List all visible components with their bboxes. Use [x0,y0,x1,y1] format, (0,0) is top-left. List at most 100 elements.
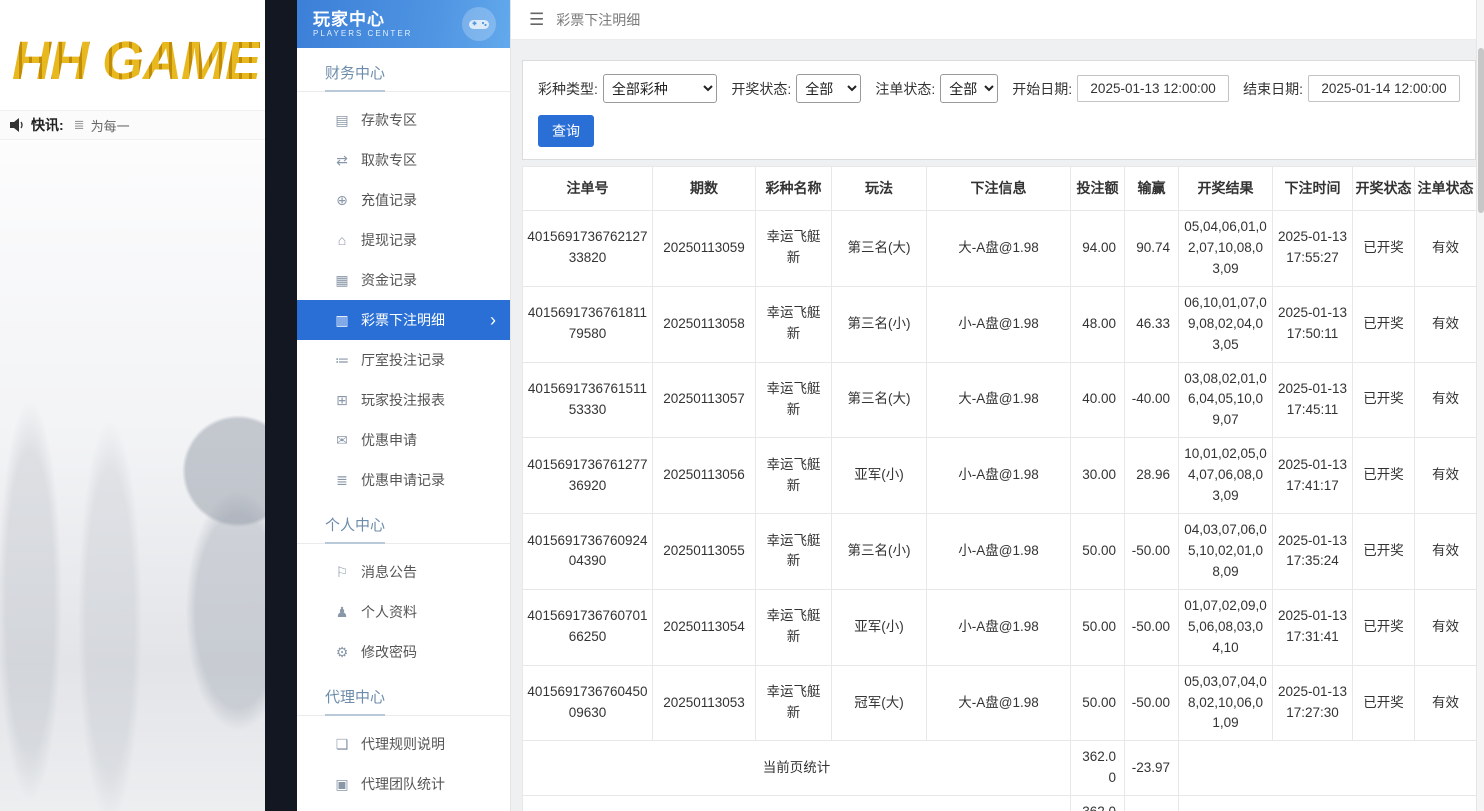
table-cell: -50.00 [1125,665,1179,741]
page-title: 彩票下注明细 [556,10,640,30]
sidebar-item-label: 厅室投注记录 [361,350,496,370]
table-cell: 20250113054 [653,589,756,665]
table-row: 40156917367607016625020250113054幸运飞艇新亚军(… [523,589,1477,665]
news-ticker: 为每一 [91,116,130,135]
sidebar-item-promo-record[interactable]: ≣优惠申请记录 [297,460,510,500]
column-header: 下注时间 [1273,167,1353,211]
table-cell: 401569173676127736920 [523,438,653,514]
column-header: 注单状态 [1415,167,1477,211]
sidebar-item-player-bet-report[interactable]: ⊞玩家投注报表 [297,380,510,420]
filter-row: 彩种类型: 全部彩种 开奖状态: 全部 注单状态: 全部 开始日期: 结束日期: [538,74,1460,103]
sidebar-item-agent-team-stats[interactable]: ▣代理团队统计 [297,764,510,804]
table-row: 40156917367609240439020250113055幸运飞艇新第三名… [523,514,1477,590]
table-cell: 20250113053 [653,665,756,741]
start-date-input[interactable] [1077,75,1229,102]
stats-bet-total: 362.00 [1071,741,1125,796]
table-cell: 401569173676181179580 [523,286,653,362]
table-cell: 03,08,02,01,06,04,05,10,09,07 [1179,362,1273,438]
table-cell: 40.00 [1071,362,1125,438]
table-cell: 50.00 [1071,589,1125,665]
sidebar-item-funds-record[interactable]: ▦ 资金记录 [297,260,510,300]
sidebar-item-cashout-record[interactable]: ⌂提现记录 [297,220,510,260]
table-cell: 幸运飞艇新 [756,362,832,438]
sidebar-item-label: 个人资料 [361,602,496,622]
table-cell: 有效 [1415,362,1477,438]
column-header: 开奖状态 [1353,167,1415,211]
table-row: 40156917367618117958020250113058幸运飞艇新第三名… [523,286,1477,362]
table-cell: 大-A盘@1.98 [927,211,1071,287]
order-status-label: 注单状态: [875,79,935,99]
order-status-select[interactable]: 全部 [940,74,998,103]
search-button[interactable]: 查询 [538,115,594,147]
stats-winloss-total: -23.97 [1125,796,1179,811]
scrollbar-thumb[interactable] [1478,48,1484,213]
table-cell: 第三名(小) [832,514,927,590]
table-row: 40156917367604500963020250113053幸运飞艇新冠军(… [523,665,1477,741]
screen: HH GAME 快讯: ≣ 为每一 玩家中心 PLAYERS CENTER 财务… [0,0,1484,811]
sidebar-item-label: 充值记录 [361,190,496,210]
table-cell: 50.00 [1071,665,1125,741]
table-cell: 已开奖 [1353,665,1415,741]
sidebar-item-deposit[interactable]: ▤存款专区 [297,100,510,140]
table-cell: 已开奖 [1353,589,1415,665]
end-date-input[interactable] [1308,75,1460,102]
table-cell: 已开奖 [1353,211,1415,287]
table-cell: 小-A盘@1.98 [927,286,1071,362]
lottery-type-label: 彩种类型: [538,79,598,99]
table-cell: 2025-01-13 17:27:30 [1273,665,1353,741]
table-cell: 第三名(大) [832,211,927,287]
table-cell: 冠军(大) [832,665,927,741]
table-cell: 小-A盘@1.98 [927,438,1071,514]
table-cell: 2025-01-13 17:31:41 [1273,589,1353,665]
sidebar-item-promo-apply[interactable]: ✉ 优惠申请 [297,420,510,460]
table-cell: 幸运飞艇新 [756,211,832,287]
table-cell: 小-A盘@1.98 [927,514,1071,590]
draw-status-label: 开奖状态: [731,79,791,99]
table-cell: -50.00 [1125,514,1179,590]
stats-winloss-total: -23.97 [1125,741,1179,796]
table-cell: 幸运飞艇新 [756,665,832,741]
lottery-type-select[interactable]: 全部彩种 [603,74,717,103]
table-cell: 06,10,01,07,09,08,02,04,03,05 [1179,286,1273,362]
table-cell: 30.00 [1071,438,1125,514]
sidebar-item-label: 优惠申请 [361,430,496,450]
table-cell: 50.00 [1071,514,1125,590]
sidebar-item-hall-bet-record[interactable]: ≔厅室投注记录 [297,340,510,380]
content-topbar: ☰ 彩票下注明细 [511,0,1476,40]
table-cell: 28.96 [1125,438,1179,514]
sidebar-item-user[interactable]: ♟ 个人资料 [297,592,510,632]
total-stats-row: 总统计362.00-23.97 [523,796,1477,811]
table-cell: 已开奖 [1353,438,1415,514]
list-icon: ≣ [74,117,85,133]
sidebar-item-agent-rules[interactable]: ❏代理规则说明 [297,724,510,764]
table-cell: 幸运飞艇新 [756,589,832,665]
menu-toggle-icon[interactable]: ☰ [529,10,544,30]
sidebar-item-lottery-bet-detail[interactable]: ▥彩票下注明细› [297,300,510,340]
sidebar-item-label: 存款专区 [361,110,496,130]
promo-apply-icon: ✉ [332,432,352,449]
table-cell: 20250113056 [653,438,756,514]
sidebar-item-withdraw[interactable]: ⇄取款专区 [297,140,510,180]
recharge-record-icon: ⊕ [332,192,352,209]
draw-status-select[interactable]: 全部 [796,74,861,103]
sidebar-titles: 玩家中心 PLAYERS CENTER [313,10,412,38]
chevron-right-icon: › [490,311,496,329]
page-scrollbar[interactable] [1476,0,1484,811]
sidebar-item-label: 修改密码 [361,642,496,662]
start-date-label: 开始日期: [1012,79,1072,99]
table-cell: 48.00 [1071,286,1125,362]
sidebar-item-recharge-record[interactable]: ⊕ 充值记录 [297,180,510,220]
sidebar-item-gear[interactable]: ⚙修改密码 [297,632,510,672]
stats-empty [1179,741,1477,796]
sidebar-item-bell[interactable]: ⚐消息公告 [297,552,510,592]
user-icon: ♟ [332,604,352,621]
bell-icon: ⚐ [332,564,352,581]
funds-record-icon: ▦ [332,272,352,289]
column-header: 输赢 [1125,167,1179,211]
table-cell: 401569173676212733820 [523,211,653,287]
table-cell: 401569173676045009630 [523,665,653,741]
sidebar-item-label: 资金记录 [361,270,496,290]
background-page: HH GAME 快讯: ≣ 为每一 [0,0,297,811]
table-cell: -40.00 [1125,362,1179,438]
site-logo[interactable]: HH GAME [12,30,260,92]
